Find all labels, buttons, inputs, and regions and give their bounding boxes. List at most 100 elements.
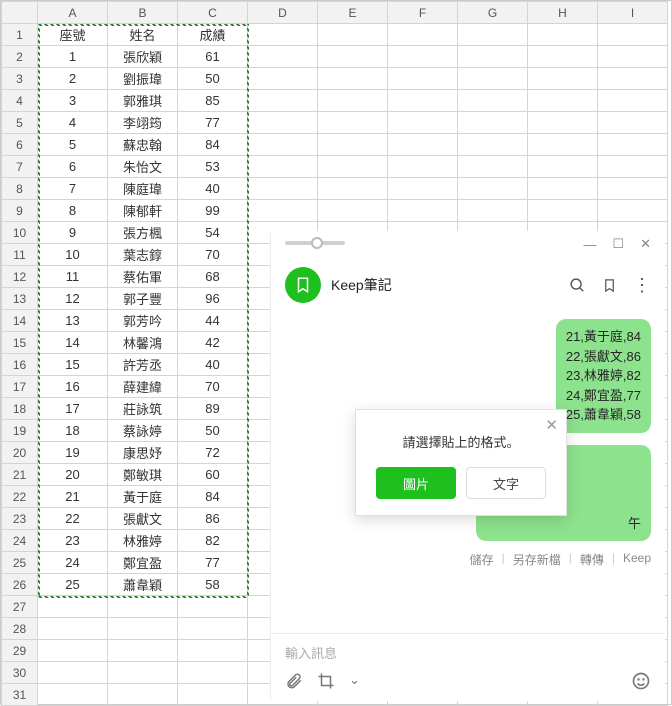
cell[interactable] xyxy=(528,178,598,200)
cell[interactable] xyxy=(528,24,598,46)
row-header[interactable]: 23 xyxy=(2,508,38,530)
cell[interactable]: 70 xyxy=(178,376,248,398)
cell[interactable]: 22 xyxy=(38,508,108,530)
maximize-icon[interactable]: ☐ xyxy=(612,236,624,252)
cell[interactable]: 張方楓 xyxy=(108,222,178,244)
cell[interactable]: 40 xyxy=(178,178,248,200)
cell[interactable]: 89 xyxy=(178,398,248,420)
cell[interactable] xyxy=(388,68,458,90)
crop-icon[interactable] xyxy=(317,672,335,690)
opacity-slider-thumb[interactable] xyxy=(311,237,323,249)
cell[interactable]: 18 xyxy=(38,420,108,442)
row-header[interactable]: 6 xyxy=(2,134,38,156)
cell[interactable]: 11 xyxy=(38,266,108,288)
cell[interactable]: 蘇忠翰 xyxy=(108,134,178,156)
search-icon[interactable] xyxy=(569,277,586,294)
cell[interactable] xyxy=(318,156,388,178)
msg-action[interactable]: 儲存 xyxy=(470,551,494,568)
cell[interactable] xyxy=(458,68,528,90)
row-header[interactable]: 30 xyxy=(2,662,38,684)
cell[interactable] xyxy=(178,596,248,618)
cell[interactable] xyxy=(108,684,178,706)
col-header-B[interactable]: B xyxy=(108,2,178,24)
cell[interactable]: 林馨鴻 xyxy=(108,332,178,354)
cell[interactable] xyxy=(458,24,528,46)
cell[interactable]: 25 xyxy=(38,574,108,596)
cell[interactable]: 成績 xyxy=(178,24,248,46)
cell[interactable]: 鄭宜盈 xyxy=(108,552,178,574)
more-icon[interactable]: ⋮ xyxy=(633,276,651,294)
row-header[interactable]: 10 xyxy=(2,222,38,244)
col-header-C[interactable]: C xyxy=(178,2,248,24)
row-header[interactable]: 29 xyxy=(2,640,38,662)
cell[interactable]: 42 xyxy=(178,332,248,354)
cell[interactable] xyxy=(318,90,388,112)
cell[interactable] xyxy=(528,134,598,156)
cell[interactable] xyxy=(388,112,458,134)
col-header-H[interactable]: H xyxy=(528,2,598,24)
cell[interactable] xyxy=(38,596,108,618)
cell[interactable]: 劉振瑋 xyxy=(108,68,178,90)
row-header[interactable]: 27 xyxy=(2,596,38,618)
close-icon[interactable]: ✕ xyxy=(640,236,651,252)
cell[interactable] xyxy=(528,156,598,178)
cell[interactable]: 4 xyxy=(38,112,108,134)
row-header[interactable]: 11 xyxy=(2,244,38,266)
cell[interactable]: 2 xyxy=(38,68,108,90)
cell[interactable] xyxy=(388,134,458,156)
cell[interactable] xyxy=(598,24,668,46)
minimize-icon[interactable]: — xyxy=(583,237,596,252)
row-header[interactable]: 3 xyxy=(2,68,38,90)
dialog-close-icon[interactable]: ✕ xyxy=(545,416,558,434)
cell[interactable] xyxy=(178,684,248,706)
message-input[interactable] xyxy=(285,646,651,661)
row-header[interactable]: 28 xyxy=(2,618,38,640)
cell[interactable]: 蕭韋穎 xyxy=(108,574,178,596)
cell[interactable] xyxy=(598,178,668,200)
cell[interactable]: 5 xyxy=(38,134,108,156)
cell[interactable]: 54 xyxy=(178,222,248,244)
cell[interactable]: 張欣穎 xyxy=(108,46,178,68)
cell[interactable]: 林雅婷 xyxy=(108,530,178,552)
cell[interactable]: 座號 xyxy=(38,24,108,46)
paste-image-button[interactable]: 圖片 xyxy=(376,467,456,499)
cell[interactable] xyxy=(318,46,388,68)
cell[interactable] xyxy=(318,200,388,222)
cell[interactable] xyxy=(458,178,528,200)
cell[interactable] xyxy=(178,640,248,662)
cell[interactable]: 陳郁軒 xyxy=(108,200,178,222)
cell[interactable] xyxy=(528,200,598,222)
col-header-G[interactable]: G xyxy=(458,2,528,24)
cell[interactable] xyxy=(178,662,248,684)
cell[interactable]: 康思妤 xyxy=(108,442,178,464)
cell[interactable] xyxy=(248,90,318,112)
cell[interactable]: 郭雅琪 xyxy=(108,90,178,112)
cell[interactable] xyxy=(388,90,458,112)
cell[interactable]: 李翊筠 xyxy=(108,112,178,134)
cell[interactable] xyxy=(458,90,528,112)
row-header[interactable]: 4 xyxy=(2,90,38,112)
cell[interactable] xyxy=(528,112,598,134)
cell[interactable]: 20 xyxy=(38,464,108,486)
bookmark-tab-icon[interactable] xyxy=(602,277,617,294)
cell[interactable]: 1 xyxy=(38,46,108,68)
cell[interactable] xyxy=(248,134,318,156)
row-header[interactable]: 1 xyxy=(2,24,38,46)
cell[interactable] xyxy=(318,68,388,90)
cell[interactable] xyxy=(38,684,108,706)
cell[interactable]: 77 xyxy=(178,112,248,134)
cell[interactable] xyxy=(178,618,248,640)
row-header[interactable]: 12 xyxy=(2,266,38,288)
paste-text-button[interactable]: 文字 xyxy=(466,467,546,499)
cell[interactable] xyxy=(598,46,668,68)
cell[interactable]: 郭子豐 xyxy=(108,288,178,310)
cell[interactable] xyxy=(388,156,458,178)
cell[interactable]: 葉志錞 xyxy=(108,244,178,266)
cell[interactable]: 17 xyxy=(38,398,108,420)
cell[interactable]: 13 xyxy=(38,310,108,332)
row-header[interactable]: 22 xyxy=(2,486,38,508)
cell[interactable]: 99 xyxy=(178,200,248,222)
cell[interactable]: 鄭敏琪 xyxy=(108,464,178,486)
col-header-I[interactable]: I xyxy=(598,2,668,24)
cell[interactable] xyxy=(318,112,388,134)
